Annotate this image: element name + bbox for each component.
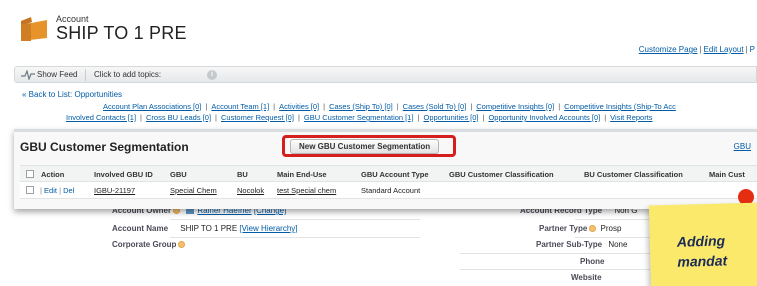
feed-pulse-icon	[21, 70, 35, 80]
gbu-link[interactable]: Special Chem	[170, 186, 217, 195]
main-end-use-link[interactable]: test Special chem	[277, 186, 336, 195]
help-icon[interactable]	[589, 225, 597, 232]
corporate-group-label: Corporate Group	[112, 240, 177, 249]
partner-type-label: Partner Type	[539, 224, 588, 233]
related-list-links-row-1: Account Plan Associations [0] | Account Te…	[103, 102, 676, 111]
note-text: Adding mandat	[677, 230, 728, 271]
row-checkbox[interactable]	[26, 186, 34, 194]
divider	[460, 253, 650, 254]
related-link-account-team[interactable]: Account Team [1]	[211, 102, 269, 111]
panel-title: GBU Customer Segmentation	[20, 140, 189, 154]
related-link-involved-contacts[interactable]: Involved Contacts [1]	[66, 113, 136, 122]
page-links: Customize Page | Edit Layout | P	[638, 45, 755, 54]
divider	[170, 237, 420, 238]
column-header-action: Action	[41, 170, 65, 179]
edit-layout-link[interactable]: Edit Layout	[704, 45, 744, 54]
note-line-1: Adding	[676, 232, 726, 250]
show-feed-link[interactable]: Show Feed	[37, 70, 77, 79]
bu-link[interactable]: Nocolok	[237, 186, 264, 195]
partner-subtype-field: Partner Sub-Type None	[536, 240, 627, 249]
related-link-competitive-insights-ship-to[interactable]: Competitive Insights (Ship-To Acc	[564, 102, 676, 111]
related-link-account-plan-associations[interactable]: Account Plan Associations [0]	[103, 102, 201, 111]
column-header-involved-gbu-id[interactable]: Involved GBU ID	[94, 170, 153, 179]
table-row: | Edit | Del IGBU-21197 Special Chem Noc…	[20, 182, 757, 199]
printable-view-link[interactable]: P	[750, 45, 755, 54]
page-title: SHIP TO 1 PRE	[56, 23, 187, 43]
partner-subtype-value: None	[608, 240, 628, 249]
table-header: Action Involved GBU ID GBU BU Main End-U…	[20, 165, 757, 182]
help-icon[interactable]	[178, 241, 186, 248]
gbu-segmentation-panel: GBU Customer Segmentation New GBU Custom…	[14, 129, 757, 209]
website-label: Website	[571, 273, 602, 282]
column-header-gbu-account-type[interactable]: GBU Account Type	[361, 170, 429, 179]
related-link-gbu-customer-segmentation[interactable]: GBU Customer Segmentation [1]	[304, 113, 414, 122]
related-link-customer-request[interactable]: Customer Request [0]	[221, 113, 294, 122]
partner-type-field: Partner Type Prosp	[539, 224, 621, 233]
related-list-links-row-2: Involved Contacts [1] | Cross BU Leads [0]…	[66, 113, 653, 122]
account-name-value: SHIP TO 1 PRE	[180, 224, 238, 233]
column-header-gbu[interactable]: GBU	[170, 170, 187, 179]
add-topics-link[interactable]: Click to add topics:	[94, 70, 161, 79]
related-link-activities[interactable]: Activities [0]	[279, 102, 319, 111]
website-field: Website	[571, 273, 602, 282]
highlight-box	[282, 135, 456, 157]
account-name-label: Account Name	[112, 224, 169, 233]
related-link-visit-reports[interactable]: Visit Reports	[610, 113, 652, 122]
view-hierarchy-link[interactable]: [View Hierarchy]	[239, 224, 297, 233]
related-link-opportunity-involved-accounts[interactable]: Opportunity Involved Accounts [0]	[488, 113, 600, 122]
select-all-checkbox[interactable]	[26, 170, 34, 178]
edit-link[interactable]: Edit	[44, 186, 57, 195]
row-actions: | Edit | Del	[40, 186, 75, 195]
corporate-group-field: Corporate Group	[112, 240, 186, 249]
phone-label: Phone	[580, 257, 605, 266]
info-icon[interactable]: i	[207, 70, 217, 80]
partner-subtype-label: Partner Sub-Type	[536, 240, 603, 249]
delete-link[interactable]: Del	[63, 186, 74, 195]
account-name-field: Account Name SHIP TO 1 PRE [View Hierarc…	[112, 224, 298, 233]
partner-type-value: Prosp	[600, 224, 622, 233]
gbu-account-type-value: Standard Account	[361, 186, 421, 195]
back-to-list-link[interactable]: « Back to List: Opportunities	[22, 90, 122, 99]
page-header: Account SHIP TO 1 PRE Customize Page | Edi…	[0, 0, 757, 62]
divider	[85, 69, 86, 81]
related-link-cases-sold-to[interactable]: Cases (Sold To) [0]	[403, 102, 467, 111]
feed-bar: Show Feed Click to add topics: i	[14, 66, 757, 83]
sticky-note: Adding mandat	[648, 202, 757, 286]
gbu-help-link[interactable]: GBU	[734, 142, 751, 151]
divider	[575, 219, 650, 220]
customize-page-link[interactable]: Customize Page	[639, 45, 698, 54]
column-header-main-end-use[interactable]: Main End-Use	[277, 170, 327, 179]
phone-field: Phone	[580, 257, 604, 266]
column-header-gbu-customer-classification[interactable]: GBU Customer Classification	[449, 170, 554, 179]
account-folder-icon	[21, 17, 47, 41]
related-link-opportunities[interactable]: Opportunities [0]	[423, 113, 478, 122]
divider	[460, 269, 650, 270]
note-line-2: mandat	[677, 252, 728, 270]
related-link-competitive-insights[interactable]: Competitive Insights [0]	[476, 102, 554, 111]
column-header-bu-customer-classification[interactable]: BU Customer Classification	[584, 170, 683, 179]
related-link-cross-bu-leads[interactable]: Cross BU Leads [0]	[146, 113, 211, 122]
column-header-bu[interactable]: BU	[237, 170, 248, 179]
involved-gbu-id-link[interactable]: IGBU-21197	[94, 186, 135, 195]
divider	[575, 237, 650, 238]
divider	[170, 219, 420, 220]
related-link-cases-ship-to[interactable]: Cases (Ship To) [0]	[329, 102, 393, 111]
column-header-main-customer[interactable]: Main Cust	[709, 170, 745, 179]
